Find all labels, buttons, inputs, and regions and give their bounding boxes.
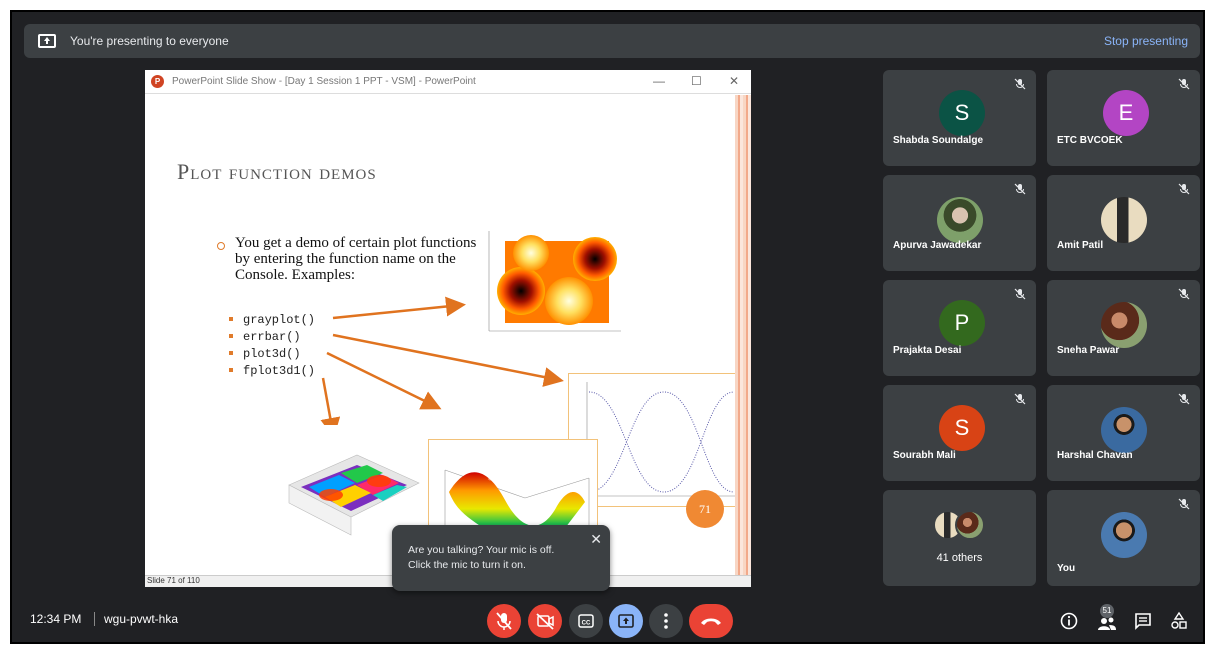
mic-off-icon [1178, 78, 1190, 90]
participant-name: Shabda Soundalge [893, 135, 984, 146]
info-icon[interactable] [1059, 611, 1079, 631]
participant-tile[interactable]: Sneha Pawar [1047, 280, 1200, 376]
avatar [1101, 197, 1147, 243]
close-window-icon[interactable]: ✕ [729, 74, 739, 88]
avatar [1101, 302, 1147, 348]
mic-toggle-button[interactable] [487, 604, 521, 638]
participant-tile[interactable]: E ETC BVCOEK [1047, 70, 1200, 166]
captions-button[interactable]: CC [569, 604, 603, 638]
mic-off-icon [1014, 183, 1026, 195]
slide-canvas: Plot function demos You get a demo of ce… [145, 95, 742, 569]
hang-up-icon [701, 618, 721, 625]
participant-name: Harshal Chavan [1057, 450, 1133, 461]
more-options-button[interactable] [649, 604, 683, 638]
participant-count-badge: 51 [1100, 604, 1114, 618]
captions-icon: CC [578, 614, 594, 628]
participant-name: Apurva Jawadekar [893, 240, 982, 251]
divider [94, 612, 95, 626]
avatar: E [1103, 90, 1149, 136]
grayplot-image [481, 231, 621, 343]
activities-icon[interactable] [1169, 611, 1189, 631]
avatar [937, 197, 983, 243]
tooltip-text: Are you talking? Your mic is off. Click … [408, 544, 555, 571]
others-tile[interactable]: 41 others [883, 490, 1036, 586]
participant-tile[interactable]: Harshal Chavan [1047, 385, 1200, 481]
svg-text:CC: CC [582, 621, 591, 627]
chat-icon[interactable] [1133, 611, 1153, 631]
shared-screen: P PowerPoint Slide Show - [Day 1 Session… [145, 70, 751, 587]
participants-button[interactable]: 51 [1095, 604, 1119, 634]
camera-toggle-button[interactable] [528, 604, 562, 638]
slide-page-number: 71 [686, 490, 724, 528]
meet-window: You're presenting to everyone Stop prese… [10, 10, 1205, 644]
camera-off-icon [536, 613, 554, 630]
mic-off-icon [1178, 393, 1190, 405]
more-vert-icon [664, 613, 668, 629]
present-now-button[interactable] [609, 604, 643, 638]
avatar: S [939, 405, 985, 451]
others-count-label: 41 others [936, 552, 983, 564]
avatar [1101, 512, 1147, 558]
participant-name: Sourabh Mali [893, 450, 956, 461]
participant-name: ETC BVCOEK [1057, 135, 1123, 146]
participant-name: Amit Patil [1057, 240, 1104, 251]
meeting-code: wgu-pvwt-hka [104, 612, 179, 626]
mic-off-icon [1178, 288, 1190, 300]
mic-off-icon [1178, 498, 1190, 510]
mic-off-tooltip: ✕ Are you talking? Your mic is off. Clic… [392, 525, 610, 591]
avatar: P [939, 300, 985, 346]
ppt-titlebar: P PowerPoint Slide Show - [Day 1 Session… [145, 70, 751, 94]
participant-name: You [1057, 563, 1076, 574]
slide-side-decoration [735, 95, 751, 575]
powerpoint-logo-icon: P [151, 75, 164, 88]
leave-call-button[interactable] [689, 604, 733, 638]
participant-tile[interactable]: P Prajakta Desai [883, 280, 1036, 376]
presenting-banner: You're presenting to everyone Stop prese… [24, 24, 1200, 58]
avatar [1101, 407, 1147, 453]
minimize-icon[interactable]: — [653, 74, 665, 88]
avatar: S [939, 90, 985, 136]
mic-off-icon [1178, 183, 1190, 195]
participant-tile[interactable]: S Sourabh Mali [883, 385, 1036, 481]
participant-tile[interactable]: Amit Patil [1047, 175, 1200, 271]
stop-presenting-button[interactable]: Stop presenting [1104, 34, 1188, 48]
self-tile[interactable]: You [1047, 490, 1200, 586]
slide-count-status: Slide 71 of 110 [147, 576, 200, 585]
participant-tile[interactable]: Apurva Jawadekar [883, 175, 1036, 271]
mic-off-icon [1014, 78, 1026, 90]
close-icon[interactable]: ✕ [590, 531, 602, 548]
avatar [955, 510, 985, 540]
mic-off-icon [1014, 288, 1026, 300]
participant-name: Prajakta Desai [893, 345, 962, 356]
present-screen-icon [618, 614, 634, 628]
mic-off-icon [1014, 393, 1026, 405]
mic-off-icon [496, 612, 512, 630]
participant-name: Sneha Pawar [1057, 345, 1120, 356]
bottom-bar: 12:34 PM wgu-pvwt-hka CC 51 [12, 600, 1203, 642]
presenting-message: You're presenting to everyone [70, 34, 229, 48]
maximize-icon[interactable]: ☐ [691, 74, 702, 88]
present-screen-icon [38, 34, 56, 48]
clock-time: 12:34 PM [30, 612, 82, 626]
ppt-window-title: PowerPoint Slide Show - [Day 1 Session 1… [172, 76, 476, 87]
participant-tile[interactable]: S Shabda Soundalge [883, 70, 1036, 166]
